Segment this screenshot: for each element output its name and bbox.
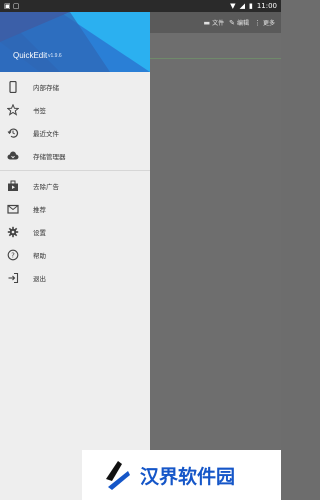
menu-label: 退出 (33, 275, 46, 283)
menu-item-recommend[interactable]: 推荐 (0, 198, 150, 220)
edit-menu-label: 编辑 (236, 20, 249, 27)
cloud-download-icon (7, 150, 19, 162)
menu-item-remove-ads[interactable]: 去除广告 (0, 175, 150, 197)
menu-item-recent-files[interactable]: 最近文件 (0, 122, 150, 144)
edit-menu-button[interactable]: ✎ 编辑 (229, 18, 249, 28)
star-outline-icon (7, 104, 19, 116)
editor-scrim[interactable] (150, 33, 281, 500)
help-circle-icon: ? (7, 249, 19, 261)
app-version: v1.9.6 (48, 53, 62, 59)
history-icon (7, 127, 19, 139)
menu-label: 推荐 (33, 206, 46, 214)
menu-divider (0, 170, 150, 171)
folder-icon: ▬ (203, 18, 211, 27)
more-vert-icon: ⋮ (253, 18, 261, 27)
menu-item-bookmarks[interactable]: 书签 (0, 99, 150, 121)
menu-label: 存储管理器 (33, 153, 66, 161)
svg-text:?: ? (11, 252, 15, 260)
watermark-text: 汉界软件园 (140, 465, 236, 488)
file-menu-button[interactable]: ▬ 文件 (203, 18, 225, 28)
notification-icon: ▣ ▢ (4, 2, 20, 10)
mail-icon (7, 203, 19, 215)
menu-label: 最近文件 (33, 130, 59, 138)
more-menu-label: 更多 (262, 20, 275, 27)
status-time: 11:00 (256, 2, 277, 10)
gear-icon (7, 226, 19, 238)
pencil-icon: ✎ (229, 18, 235, 27)
editor-line-highlight (150, 58, 281, 59)
phone-icon (7, 81, 19, 93)
menu-item-internal-storage[interactable]: 内部存储 (0, 76, 150, 98)
menu-item-exit[interactable]: 退出 (0, 267, 150, 289)
menu-label: 去除广告 (33, 183, 59, 191)
exit-icon (7, 272, 19, 284)
watermark: 汉界软件园 (82, 450, 281, 500)
menu-label: 帮助 (33, 252, 46, 260)
battery-icon: ▮ (248, 2, 253, 10)
navigation-drawer: QuickEdit v1.9.6 内部存储 书签 最近文件 存储管理器 去除广告 (0, 12, 150, 500)
signal-icon: ◢ (239, 2, 245, 10)
header-background (0, 12, 150, 72)
status-bar: ▣ ▢ ▼ ◢ ▮ 11:00 (0, 0, 281, 12)
app-bar: ▬ 文件 ✎ 编辑 ⋮ 更多 (150, 12, 281, 33)
more-menu-button[interactable]: ⋮ 更多 (253, 18, 275, 28)
file-menu-label: 文件 (212, 20, 225, 27)
watermark-logo-icon (106, 461, 130, 490)
menu-item-help[interactable]: ? 帮助 (0, 244, 150, 266)
menu-label: 设置 (33, 229, 46, 237)
app-name: QuickEdit (13, 51, 48, 60)
menu-label: 内部存储 (33, 84, 59, 92)
wifi-icon: ▼ (230, 2, 236, 10)
menu-item-settings[interactable]: 设置 (0, 221, 150, 243)
shop-icon (7, 180, 19, 192)
menu-item-storage-manager[interactable]: 存储管理器 (0, 145, 150, 167)
drawer-header: QuickEdit v1.9.6 (0, 12, 150, 72)
menu-label: 书签 (33, 107, 46, 115)
